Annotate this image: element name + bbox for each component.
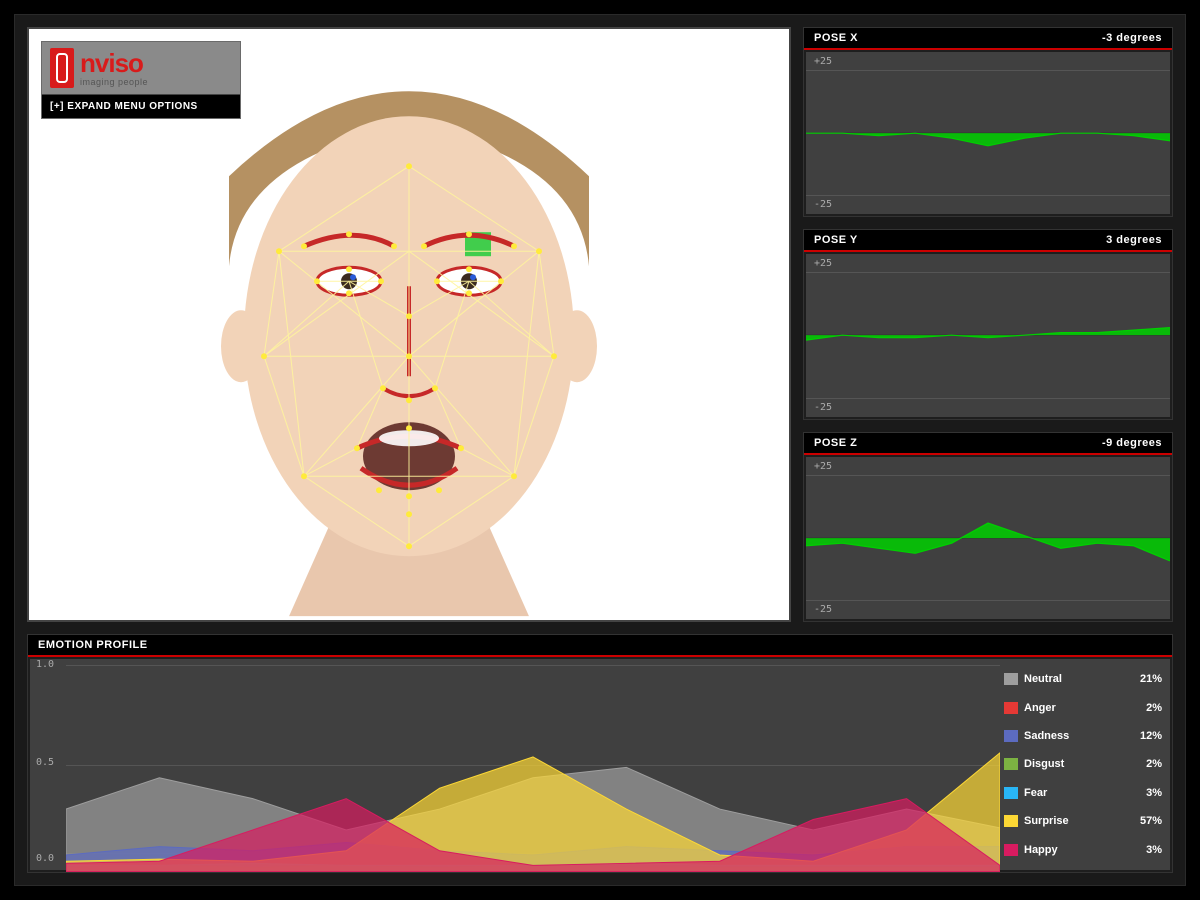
pose-y-value: 3 degrees (1106, 234, 1162, 246)
emotion-profile-panel: EMOTION PROFILE 1.0 0.5 0.0 Neutral 21% An… (27, 634, 1173, 873)
pose-z-tick-lo: -25 (814, 604, 832, 615)
pose-z-tick-hi: +25 (814, 461, 832, 472)
emotion-legend: Neutral 21% Anger 2% Sadness 12% Disgust 2% Fear… (1000, 659, 1170, 870)
legend-label: Neutral (1024, 673, 1118, 685)
legend-row-neutral: Neutral 21% (1004, 673, 1162, 685)
legend-label: Disgust (1024, 758, 1118, 770)
pose-y-panel: POSE Y 3 degrees +25 -25 (803, 229, 1173, 419)
legend-swatch-icon (1004, 730, 1018, 742)
legend-label: Sadness (1024, 730, 1118, 742)
pose-y-title: POSE Y (814, 234, 858, 246)
pose-x-tick-lo: -25 (814, 199, 832, 210)
face-mesh-svg (169, 56, 649, 616)
legend-row-anger: Anger 2% (1004, 702, 1162, 714)
legend-pct: 21% (1124, 673, 1162, 685)
pose-y-tick-lo: -25 (814, 402, 832, 413)
expand-menu-button[interactable]: [+] EXPAND MENU OPTIONS (42, 94, 240, 118)
logo-block: nviso imaging people [+] EXPAND MENU OPT… (41, 41, 241, 119)
legend-label: Surprise (1024, 815, 1118, 827)
app-root: nviso imaging people [+] EXPAND MENU OPT… (14, 14, 1186, 886)
logo-name: nviso (80, 50, 148, 76)
legend-swatch-icon (1004, 815, 1018, 827)
legend-label: Anger (1024, 702, 1118, 714)
pose-x-panel: POSE X -3 degrees +25 -25 (803, 27, 1173, 217)
legend-swatch-icon (1004, 758, 1018, 770)
legend-row-sadness: Sadness 12% (1004, 730, 1162, 742)
pose-z-panel: POSE Z -9 degrees +25 -25 (803, 432, 1173, 622)
legend-row-disgust: Disgust 2% (1004, 758, 1162, 770)
legend-pct: 3% (1124, 844, 1162, 856)
emotion-title: EMOTION PROFILE (38, 639, 148, 651)
emotion-chart: 1.0 0.5 0.0 (30, 659, 1000, 870)
legend-label: Fear (1024, 787, 1118, 799)
legend-swatch-icon (1004, 673, 1018, 685)
legend-pct: 2% (1124, 702, 1162, 714)
emotion-ytick-1: 1.0 (36, 659, 54, 670)
video-panel: nviso imaging people [+] EXPAND MENU OPT… (27, 27, 791, 622)
legend-pct: 12% (1124, 730, 1162, 742)
pose-x-chart: +25 -25 (806, 52, 1170, 214)
emotion-ytick-0: 0.0 (36, 853, 54, 864)
pose-y-chart: +25 -25 (806, 254, 1170, 416)
pose-x-value: -3 degrees (1102, 32, 1162, 44)
legend-row-surprise: Surprise 57% (1004, 815, 1162, 827)
legend-pct: 57% (1124, 815, 1162, 827)
legend-row-fear: Fear 3% (1004, 787, 1162, 799)
top-row: nviso imaging people [+] EXPAND MENU OPT… (27, 27, 1173, 622)
pose-z-chart: +25 -25 (806, 457, 1170, 619)
legend-pct: 2% (1124, 758, 1162, 770)
logo-icon (50, 48, 74, 88)
legend-row-happy: Happy 3% (1004, 844, 1162, 856)
face-tracking-view (169, 56, 649, 616)
pose-z-title: POSE Z (814, 437, 857, 449)
pose-x-tick-hi: +25 (814, 56, 832, 67)
legend-pct: 3% (1124, 787, 1162, 799)
legend-swatch-icon (1004, 702, 1018, 714)
pose-z-value: -9 degrees (1102, 437, 1162, 449)
legend-swatch-icon (1004, 844, 1018, 856)
brand-logo: nviso imaging people (42, 42, 240, 94)
legend-swatch-icon (1004, 787, 1018, 799)
logo-tagline: imaging people (80, 78, 148, 87)
pose-x-title: POSE X (814, 32, 858, 44)
pose-y-tick-hi: +25 (814, 258, 832, 269)
pose-column: POSE X -3 degrees +25 -25 POSE Y 3 degre… (803, 27, 1173, 622)
emotion-ytick-05: 0.5 (36, 757, 54, 768)
legend-label: Happy (1024, 844, 1118, 856)
